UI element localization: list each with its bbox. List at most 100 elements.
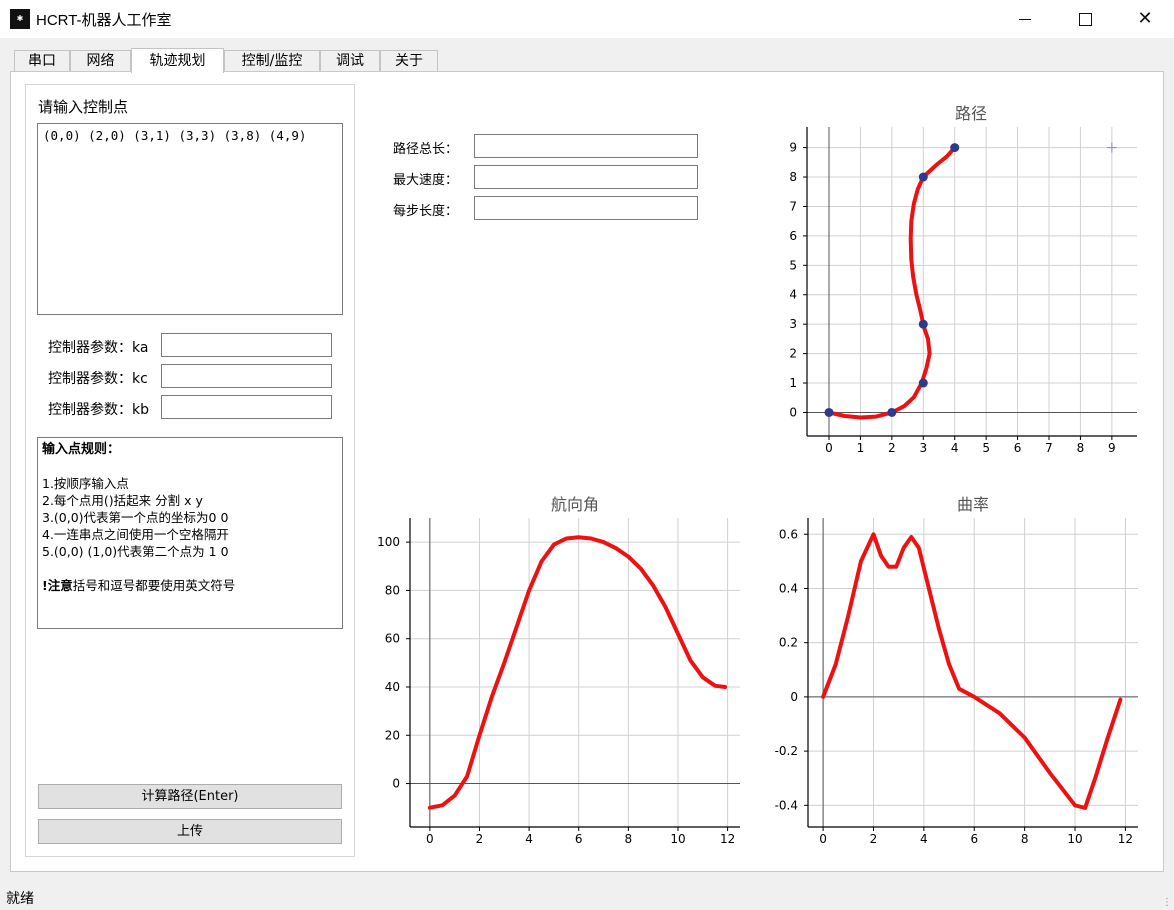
heading-chart[interactable]: 0 2 4 6 8 10 12 0 20 40 60 80 100 — [365, 510, 755, 850]
tab-control-monitor[interactable]: 控制/监控 — [224, 50, 320, 71]
param-kc-input[interactable] — [161, 364, 332, 388]
minimize-icon — [1019, 18, 1031, 20]
status-text: 就绪 — [6, 891, 34, 907]
x-tick-label: 12 — [1118, 832, 1133, 846]
control-points-input[interactable]: (0,0) (2,0) (3,1) (3,3) (3,8) (4,9) — [37, 123, 343, 315]
x-tick-label: 10 — [1067, 832, 1082, 846]
control-point — [950, 143, 960, 153]
y-tick-label: 5 — [789, 258, 797, 272]
x-tick-label: 2 — [888, 441, 896, 455]
control-point — [918, 378, 928, 388]
rule-line: 3.(0,0)代表第一个点的坐标为0 0 — [42, 510, 229, 525]
y-tick-label: 3 — [789, 317, 797, 331]
y-tick-label: 0 — [392, 777, 400, 791]
x-tick-label: 1 — [857, 441, 865, 455]
x-tick-label: 4 — [525, 832, 533, 846]
y-tick-label: 100 — [377, 535, 400, 549]
title-bar: ✱ HCRT-机器人工作室 ✕ — [0, 0, 1174, 38]
tab-network[interactable]: 网络 — [70, 50, 131, 71]
rule-line: 2.每个点用()括起来 分割 x y — [42, 493, 203, 508]
series-line — [821, 532, 1123, 810]
status-bar: 就绪 ⋮ — [0, 884, 1174, 910]
x-tick-label: 6 — [575, 832, 583, 846]
rules-note-emphasis: !注意 — [42, 578, 73, 593]
y-tick-label: 8 — [789, 170, 797, 184]
x-tick-label: 8 — [625, 832, 633, 846]
x-tick-label: 10 — [670, 832, 685, 846]
x-tick-label: 3 — [919, 441, 927, 455]
x-tick-label: 6 — [970, 832, 978, 846]
y-tick-label: 80 — [385, 583, 400, 597]
maximize-icon — [1078, 12, 1092, 26]
window-title: HCRT-机器人工作室 — [36, 12, 172, 29]
path-chart[interactable]: 0 1 2 3 4 5 6 7 8 9 0 1 2 3 4 5 6 7 8 9 — [760, 120, 1150, 460]
maximize-button[interactable] — [1056, 0, 1114, 38]
rules-note: !注意括号和逗号都要使用英文符号 — [42, 577, 338, 594]
total-length-label: 路径总长： — [393, 142, 459, 157]
max-speed-label: 最大速度： — [393, 173, 459, 188]
y-tick-label: -0.2 — [775, 744, 798, 758]
minimize-button[interactable] — [996, 0, 1054, 38]
y-tick-label: 1 — [789, 376, 797, 390]
close-button[interactable]: ✕ — [1116, 0, 1174, 38]
y-tick-label: 4 — [789, 288, 797, 302]
y-tick-label: 2 — [789, 347, 797, 361]
y-tick-label: 0.2 — [779, 636, 798, 650]
resize-grip-icon[interactable]: ⋮ — [1162, 898, 1172, 908]
y-tick-label: 20 — [385, 728, 400, 742]
y-tick-label: 0 — [790, 690, 798, 704]
tab-about[interactable]: 关于 — [380, 50, 438, 71]
control-point — [887, 407, 897, 417]
param-kb-input[interactable] — [161, 395, 332, 419]
y-tick-label: 0.6 — [779, 527, 798, 541]
curvature-chart[interactable]: 0 2 4 6 8 10 12 0.6 0.4 0.2 0 -0.2 -0.4 — [760, 510, 1150, 850]
compute-path-button[interactable]: 计算路径(Enter) — [38, 784, 342, 809]
control-point — [918, 172, 928, 182]
step-length-label: 每步长度： — [393, 204, 459, 219]
x-tick-label: 2 — [870, 832, 878, 846]
rule-line: 5.(0,0) (1,0)代表第二个点为 1 0 — [42, 544, 229, 559]
param-ka-label: 控制器参数：ka — [48, 340, 149, 356]
y-tick-label: 7 — [789, 199, 797, 213]
x-tick-label: 8 — [1077, 441, 1085, 455]
param-ka-input[interactable] — [161, 333, 332, 357]
control-points-label: 请输入控制点 — [38, 98, 129, 116]
x-tick-label: 12 — [720, 832, 735, 846]
input-rules-box: 输入点规则： 1.按顺序输入点 2.每个点用()括起来 分割 x y 3.(0,… — [37, 437, 343, 629]
x-tick-label: 7 — [1045, 441, 1053, 455]
rule-line: 4.一连串点之间使用一个空格隔开 — [42, 527, 229, 542]
x-tick-label: 6 — [1014, 441, 1022, 455]
x-tick-label: 9 — [1108, 441, 1116, 455]
y-tick-label: 0.4 — [779, 581, 798, 595]
x-tick-label: 8 — [1021, 832, 1029, 846]
y-tick-label: -0.4 — [775, 798, 798, 812]
x-tick-label: 4 — [920, 832, 928, 846]
series-line — [427, 535, 728, 810]
x-tick-label: 2 — [476, 832, 484, 846]
control-point — [918, 319, 928, 329]
close-icon: ✕ — [1137, 8, 1153, 29]
tab-trajectory[interactable]: 轨迹规划 — [131, 48, 224, 73]
rule-line: 1.按顺序输入点 — [42, 476, 129, 491]
upload-button[interactable]: 上传 — [38, 819, 342, 844]
total-length-field[interactable] — [474, 134, 698, 158]
rules-note-text: 括号和逗号都要使用英文符号 — [72, 578, 236, 593]
tab-debug[interactable]: 调试 — [320, 50, 380, 71]
step-length-field[interactable] — [474, 196, 698, 220]
y-tick-label: 0 — [789, 405, 797, 419]
y-tick-label: 6 — [789, 229, 797, 243]
y-tick-label: 9 — [789, 141, 797, 155]
tab-serial[interactable]: 串口 — [14, 50, 70, 71]
x-tick-label: 0 — [819, 832, 827, 846]
y-tick-label: 60 — [385, 632, 400, 646]
x-tick-label: 5 — [982, 441, 990, 455]
app-logo-icon: ✱ — [10, 9, 30, 29]
x-tick-label: 4 — [951, 441, 959, 455]
y-tick-label: 40 — [385, 680, 400, 694]
control-point — [824, 407, 834, 417]
x-tick-label: 0 — [426, 832, 434, 846]
x-tick-label: 0 — [825, 441, 833, 455]
param-kb-label: 控制器参数：kb — [48, 402, 149, 418]
max-speed-field[interactable] — [474, 165, 698, 189]
rules-title: 输入点规则： — [42, 442, 121, 457]
